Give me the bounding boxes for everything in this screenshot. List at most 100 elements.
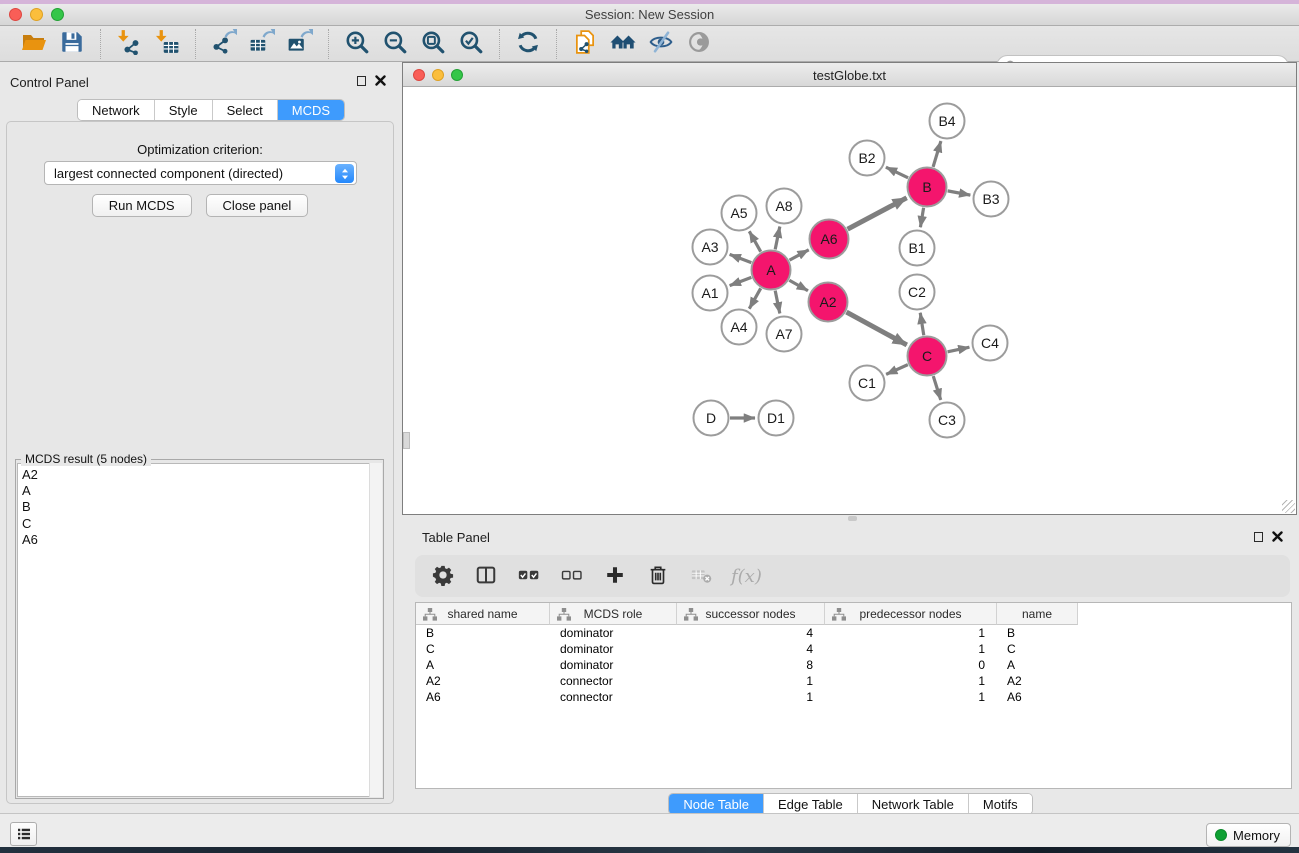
- result-item[interactable]: A: [22, 483, 381, 499]
- function-builder-icon[interactable]: f(x): [731, 566, 762, 587]
- tab-motifs[interactable]: Motifs: [969, 794, 1032, 814]
- graph-edge-A6-B[interactable]: [848, 198, 907, 229]
- column-header-shared-name[interactable]: shared name: [416, 603, 550, 625]
- save-button[interactable]: [56, 29, 88, 59]
- graph-node-A2[interactable]: A2: [809, 283, 848, 322]
- graph-node-A7[interactable]: A7: [767, 317, 802, 352]
- graph-node-B1[interactable]: B1: [900, 231, 935, 266]
- graph-node-C2[interactable]: C2: [900, 275, 935, 310]
- table-row[interactable]: Bdominator41B: [416, 625, 1291, 641]
- table-cell[interactable]: A2: [416, 673, 550, 689]
- table-cell[interactable]: A2: [997, 673, 1078, 689]
- column-header-MCDS-role[interactable]: MCDS role: [550, 603, 677, 625]
- graph-edge-B-B2[interactable]: [886, 167, 908, 178]
- zoom-in-button[interactable]: [341, 29, 373, 59]
- result-item[interactable]: C: [22, 516, 381, 532]
- network-window-titlebar[interactable]: testGlobe.txt: [403, 63, 1296, 87]
- graph-edge-B-B1[interactable]: [920, 208, 923, 228]
- add-button[interactable]: [602, 563, 628, 589]
- graph-edge-A2-C[interactable]: [846, 312, 906, 345]
- tab-node-table[interactable]: Node Table: [669, 794, 764, 814]
- graph-node-A3[interactable]: A3: [693, 230, 728, 265]
- tab-edge-table[interactable]: Edge Table: [764, 794, 858, 814]
- graph-edge-A-A2[interactable]: [789, 280, 808, 290]
- tab-mcds[interactable]: MCDS: [278, 100, 344, 120]
- table-cell[interactable]: 1: [677, 673, 825, 689]
- horizontal-splitter-handle[interactable]: [848, 516, 857, 521]
- table-cell[interactable]: A6: [997, 689, 1078, 705]
- graph-edge-A-A4[interactable]: [749, 288, 760, 308]
- export-table-button[interactable]: [246, 29, 278, 59]
- graph-edge-A-A3[interactable]: [730, 254, 752, 262]
- deselect-all-button[interactable]: [559, 563, 585, 589]
- resize-grip-icon[interactable]: [1282, 500, 1295, 513]
- column-header-name[interactable]: name: [997, 603, 1078, 625]
- graph-node-C3[interactable]: C3: [930, 403, 965, 438]
- graph-node-D[interactable]: D: [694, 401, 729, 436]
- export-image-button[interactable]: [284, 29, 316, 59]
- table-row[interactable]: Adominator80A: [416, 657, 1291, 673]
- table-cell[interactable]: B: [997, 625, 1078, 641]
- table-cell[interactable]: dominator: [550, 625, 677, 641]
- table-cell[interactable]: 8: [677, 657, 825, 673]
- window-titlebar[interactable]: Session: New Session: [0, 4, 1299, 26]
- graph-edge-A-A5[interactable]: [749, 231, 760, 251]
- graph-node-B3[interactable]: B3: [974, 182, 1009, 217]
- result-item[interactable]: A2: [22, 467, 381, 483]
- table-cell[interactable]: A: [997, 657, 1078, 673]
- graph-node-B[interactable]: B: [908, 168, 947, 207]
- splitter-handle[interactable]: [403, 432, 410, 449]
- table-cell[interactable]: 1: [825, 625, 997, 641]
- dropdown-stepper-icon[interactable]: [335, 164, 354, 183]
- table-cell[interactable]: C: [997, 641, 1078, 657]
- trash-button[interactable]: [645, 563, 671, 589]
- table-row[interactable]: A6connector11A6: [416, 689, 1291, 705]
- close-panel-button[interactable]: Close panel: [206, 194, 309, 217]
- graph-node-A8[interactable]: A8: [767, 189, 802, 224]
- float-table-panel-icon[interactable]: [1254, 532, 1263, 542]
- graph-node-A6[interactable]: A6: [810, 220, 849, 259]
- zoom-selected-button[interactable]: [455, 29, 487, 59]
- graph-edge-A-A7[interactable]: [775, 291, 780, 314]
- table-cell[interactable]: A6: [416, 689, 550, 705]
- graph-edge-C-C1[interactable]: [886, 365, 908, 375]
- graph-edge-A-A1[interactable]: [730, 277, 752, 285]
- gear-button[interactable]: [430, 563, 456, 589]
- table-cell[interactable]: connector: [550, 673, 677, 689]
- delete-table-button[interactable]: [688, 563, 714, 589]
- table-row[interactable]: Cdominator41C: [416, 641, 1291, 657]
- table-cell[interactable]: 1: [825, 689, 997, 705]
- table-cell[interactable]: B: [416, 625, 550, 641]
- table-cell[interactable]: 1: [677, 689, 825, 705]
- zoom-fit-button[interactable]: [417, 29, 449, 59]
- graph-edge-C-C4[interactable]: [948, 347, 970, 352]
- close-panel-icon[interactable]: [375, 75, 386, 86]
- table-cell[interactable]: connector: [550, 689, 677, 705]
- criterion-dropdown[interactable]: largest connected component (directed): [44, 161, 357, 185]
- task-history-button[interactable]: [10, 822, 37, 846]
- column-header-successor-nodes[interactable]: successor nodes: [677, 603, 825, 625]
- graph-node-B2[interactable]: B2: [850, 141, 885, 176]
- table-cell[interactable]: 4: [677, 641, 825, 657]
- graph-node-D1[interactable]: D1: [759, 401, 794, 436]
- run-mcds-button[interactable]: Run MCDS: [92, 194, 192, 217]
- tab-style[interactable]: Style: [155, 100, 213, 120]
- float-panel-icon[interactable]: [357, 76, 366, 86]
- graph-edge-C-C3[interactable]: [933, 376, 940, 400]
- graph-node-C[interactable]: C: [908, 337, 947, 376]
- folder-open-button[interactable]: [18, 29, 50, 59]
- result-scrollbar[interactable]: [369, 463, 382, 797]
- memory-button[interactable]: Memory: [1206, 823, 1291, 847]
- result-item[interactable]: B: [22, 499, 381, 515]
- graph-node-C1[interactable]: C1: [850, 366, 885, 401]
- table-cell[interactable]: 4: [677, 625, 825, 641]
- hide-details-button[interactable]: [645, 29, 677, 59]
- import-network-button[interactable]: [113, 29, 145, 59]
- graph-edge-B-B3[interactable]: [948, 191, 971, 195]
- graph-edge-B-B4[interactable]: [933, 141, 941, 167]
- mcds-result-list[interactable]: A2ABCA6: [17, 463, 382, 797]
- table-row[interactable]: A2connector11A2: [416, 673, 1291, 689]
- export-network-button[interactable]: [208, 29, 240, 59]
- home-button[interactable]: [607, 29, 639, 59]
- network-canvas[interactable]: AA1A2A3A4A5A6A7A8BB1B2B3B4CC1C2C3C4DD1: [403, 87, 1296, 514]
